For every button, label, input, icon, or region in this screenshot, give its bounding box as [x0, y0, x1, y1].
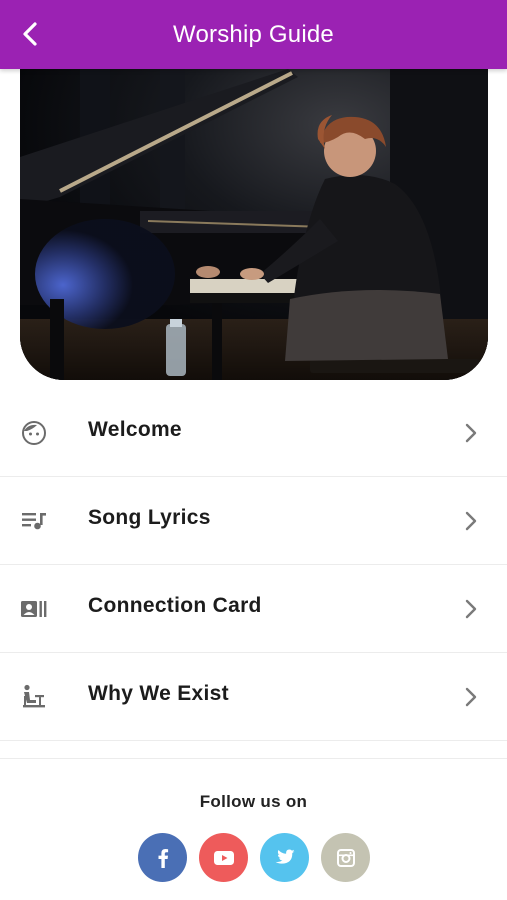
facebook-icon [158, 848, 168, 868]
twitter-icon [275, 849, 294, 864]
menu-item-label: Song Lyrics [88, 506, 211, 529]
youtube-icon [213, 850, 234, 865]
menu-item-label: Welcome [88, 418, 182, 441]
contact-card-icon [20, 596, 48, 622]
facebook-button[interactable] [138, 833, 187, 882]
face-icon [20, 420, 48, 446]
youtube-button[interactable] [199, 833, 248, 882]
hero-image [20, 69, 488, 380]
twitter-button[interactable] [260, 833, 309, 882]
menu-item-song-lyrics[interactable]: Song Lyrics [0, 477, 507, 565]
chevron-right-icon [465, 511, 477, 531]
menu-item-label: Connection Card [88, 594, 262, 617]
instagram-button[interactable] [321, 833, 370, 882]
queue-music-icon [20, 508, 48, 534]
instagram-icon [336, 848, 355, 867]
menu-item-why-we-exist[interactable]: Why We Exist [0, 653, 507, 741]
page-title: Worship Guide [173, 20, 334, 48]
back-button[interactable] [14, 18, 46, 50]
follow-us-label: Follow us on [199, 792, 308, 811]
menu-item-connection-card[interactable]: Connection Card [0, 565, 507, 653]
divider [0, 758, 507, 759]
app-header: Worship Guide [0, 0, 507, 69]
chevron-right-icon [465, 599, 477, 619]
chevron-left-icon [23, 22, 37, 46]
chevron-right-icon [465, 423, 477, 443]
chevron-right-icon [465, 687, 477, 707]
menu-list: Welcome Song Lyrics Connection Card Why … [0, 389, 507, 741]
menu-item-welcome[interactable]: Welcome [0, 389, 507, 477]
menu-item-label: Why We Exist [88, 682, 229, 705]
person-at-desk-icon [20, 684, 48, 710]
